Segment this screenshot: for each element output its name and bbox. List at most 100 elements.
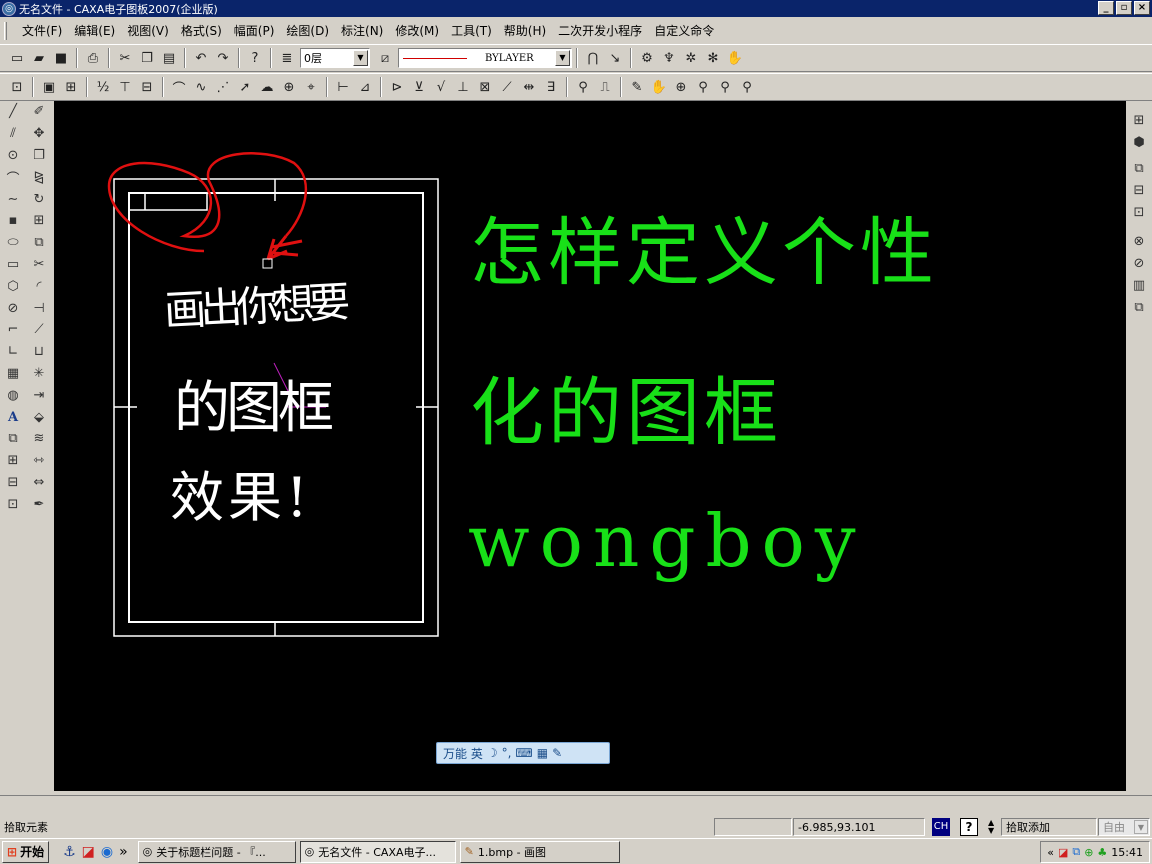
settings-icon[interactable]: ⚙	[636, 47, 658, 69]
keyboard-icon[interactable]: ⌨	[515, 746, 532, 760]
browser-icon[interactable]: ◉	[101, 844, 113, 860]
ortho-icon[interactable]: ∟	[2, 341, 24, 363]
offset-icon[interactable]: ⇥	[28, 384, 50, 406]
arc-icon[interactable]: ⌒	[2, 166, 24, 188]
center-icon[interactable]: ⊕	[278, 76, 300, 98]
menu-modify[interactable]: 修改(M)	[389, 20, 445, 42]
restore-button[interactable]: ▫	[1116, 1, 1132, 15]
fillet-icon[interactable]: ◜	[28, 275, 50, 297]
tray-network-icon[interactable]: ⧉	[1072, 845, 1080, 859]
open-folder-icon[interactable]: ▰	[28, 47, 50, 69]
layer-tool-icon[interactable]: ⧉	[1128, 158, 1150, 180]
frame-icon[interactable]: ▣	[38, 76, 60, 98]
copy-icon[interactable]: ❐	[136, 47, 158, 69]
array-icon[interactable]: ⊞	[28, 210, 50, 232]
zoom-icon[interactable]: ⊕	[670, 76, 692, 98]
centerline-icon[interactable]: ⊘	[2, 297, 24, 319]
punctuation-icon[interactable]: °,	[502, 746, 512, 760]
text-table-icon[interactable]: ⊤	[114, 76, 136, 98]
zigzag-icon[interactable]: ⋰	[212, 76, 234, 98]
chevron-down-icon[interactable]: ▼	[353, 50, 368, 66]
divide-icon[interactable]: ⇿	[28, 450, 50, 472]
tray-cad-icon[interactable]: ◪	[1058, 846, 1068, 859]
layers-icon[interactable]: ≣	[276, 47, 298, 69]
input-language[interactable]: CH	[932, 818, 950, 836]
menu-draw[interactable]: 绘图(D)	[280, 20, 335, 42]
format-brush-icon[interactable]: ✒	[28, 493, 50, 515]
crosshair-icon[interactable]: ⌖	[300, 76, 322, 98]
start-button[interactable]: ⊞ 开始	[2, 840, 50, 863]
ole-icon[interactable]: ⊡	[2, 493, 24, 515]
undo-icon[interactable]: ↶	[190, 47, 212, 69]
library-icon[interactable]: ⊞	[2, 450, 24, 472]
pattern-icon[interactable]: ✻	[702, 47, 724, 69]
coordinate-icon[interactable]: ⊿	[354, 76, 376, 98]
stretch-icon[interactable]: ⊔	[28, 341, 50, 363]
section-icon[interactable]: ⇹	[518, 76, 540, 98]
cut-icon[interactable]: ✂	[114, 47, 136, 69]
save-icon[interactable]: ■	[50, 47, 72, 69]
fill-icon[interactable]: ◍	[2, 384, 24, 406]
symbol-icon[interactable]: ⊗	[1128, 231, 1150, 253]
scale-icon[interactable]: ⧉	[28, 232, 50, 254]
menu-view[interactable]: 视图(V)	[121, 20, 175, 42]
plugin-icon[interactable]: ✋	[724, 47, 746, 69]
dimension-icon[interactable]: ⊢	[332, 76, 354, 98]
block-icon[interactable]: ⧉	[2, 428, 24, 450]
help-button[interactable]: ?	[960, 818, 978, 836]
hatch-tool-icon[interactable]: ⊘	[1128, 253, 1150, 275]
pointer-icon[interactable]: ↘	[604, 47, 626, 69]
chevron-down-icon[interactable]: ▼	[1134, 820, 1148, 834]
wrench-icon[interactable]: ✎	[552, 746, 562, 760]
extend-icon[interactable]: ⊣	[28, 297, 50, 319]
break-icon[interactable]: ⟋	[28, 319, 50, 341]
image-icon[interactable]: ⊟	[2, 472, 24, 494]
task-forum[interactable]: ◎ 关于标题栏问题 - 『...	[137, 840, 296, 863]
app-icon[interactable]: ◎	[2, 1, 16, 16]
print-icon[interactable]: ⎙	[82, 47, 104, 69]
titleblock-icon[interactable]: ⊞	[60, 76, 82, 98]
parallel-line-icon[interactable]: ⫽	[2, 123, 24, 145]
view-label-icon[interactable]: ∃	[540, 76, 562, 98]
snap-mode-select[interactable]: 自由 ▼	[1098, 818, 1150, 836]
point-icon[interactable]: ▪	[2, 210, 24, 232]
move-icon[interactable]: ✥	[28, 123, 50, 145]
leader-icon[interactable]: ⟋	[496, 76, 518, 98]
cloud-icon[interactable]: ☁	[256, 76, 278, 98]
tray-expand-icon[interactable]: «	[1047, 846, 1054, 859]
mirror-icon[interactable]: ⧎	[28, 166, 50, 188]
table-icon[interactable]: ⊟	[136, 76, 158, 98]
ime-label[interactable]: 万能 英	[443, 745, 483, 762]
ellipse-icon[interactable]: ⬭	[2, 232, 24, 254]
text-icon[interactable]: A	[2, 406, 24, 428]
arrow-icon[interactable]: ➚	[234, 76, 256, 98]
close-button[interactable]: ×	[1134, 1, 1150, 15]
command-line[interactable]	[0, 795, 1152, 815]
attribute-icon[interactable]: ♆	[658, 47, 680, 69]
zoom-all-icon[interactable]: ⚲	[714, 76, 736, 98]
layer-select[interactable]: 0层 ▼	[300, 48, 370, 68]
pick-mode[interactable]: 拾取添加	[1001, 818, 1097, 836]
block-tool-icon[interactable]: ⧉	[1128, 296, 1150, 318]
menu-format[interactable]: 格式(S)	[175, 20, 228, 42]
rectangle-icon[interactable]: ▭	[2, 254, 24, 276]
copy-object-icon[interactable]: ❐	[28, 145, 50, 167]
rotate-icon[interactable]: ↻	[28, 188, 50, 210]
linetype-icon[interactable]: ⧄	[374, 47, 396, 69]
menu-help[interactable]: 帮助(H)	[498, 20, 552, 42]
moon-icon[interactable]: ☽	[487, 746, 498, 760]
web-icon[interactable]: ▦	[537, 746, 548, 760]
menu-sheet[interactable]: 幅面(P)	[228, 20, 281, 42]
numbering-icon[interactable]: ½	[92, 76, 114, 98]
spin-icon[interactable]: ▲ ▼	[988, 819, 998, 835]
polygon-icon[interactable]: ⬡	[2, 275, 24, 297]
grid-icon[interactable]: ▥	[1128, 275, 1150, 297]
linestyle-tool-icon[interactable]: ⊟	[1128, 179, 1150, 201]
trim-icon[interactable]: ✂	[28, 254, 50, 276]
zoom-window-icon[interactable]: ⚲	[692, 76, 714, 98]
magnet-icon[interactable]: ⋂	[582, 47, 604, 69]
tray-antivirus-icon[interactable]: ♣	[1097, 846, 1107, 859]
task-paint[interactable]: ✎ 1.bmp - 画图	[459, 840, 620, 863]
more-icon[interactable]: »	[119, 844, 128, 860]
menu-file[interactable]: 文件(F)	[16, 20, 68, 42]
